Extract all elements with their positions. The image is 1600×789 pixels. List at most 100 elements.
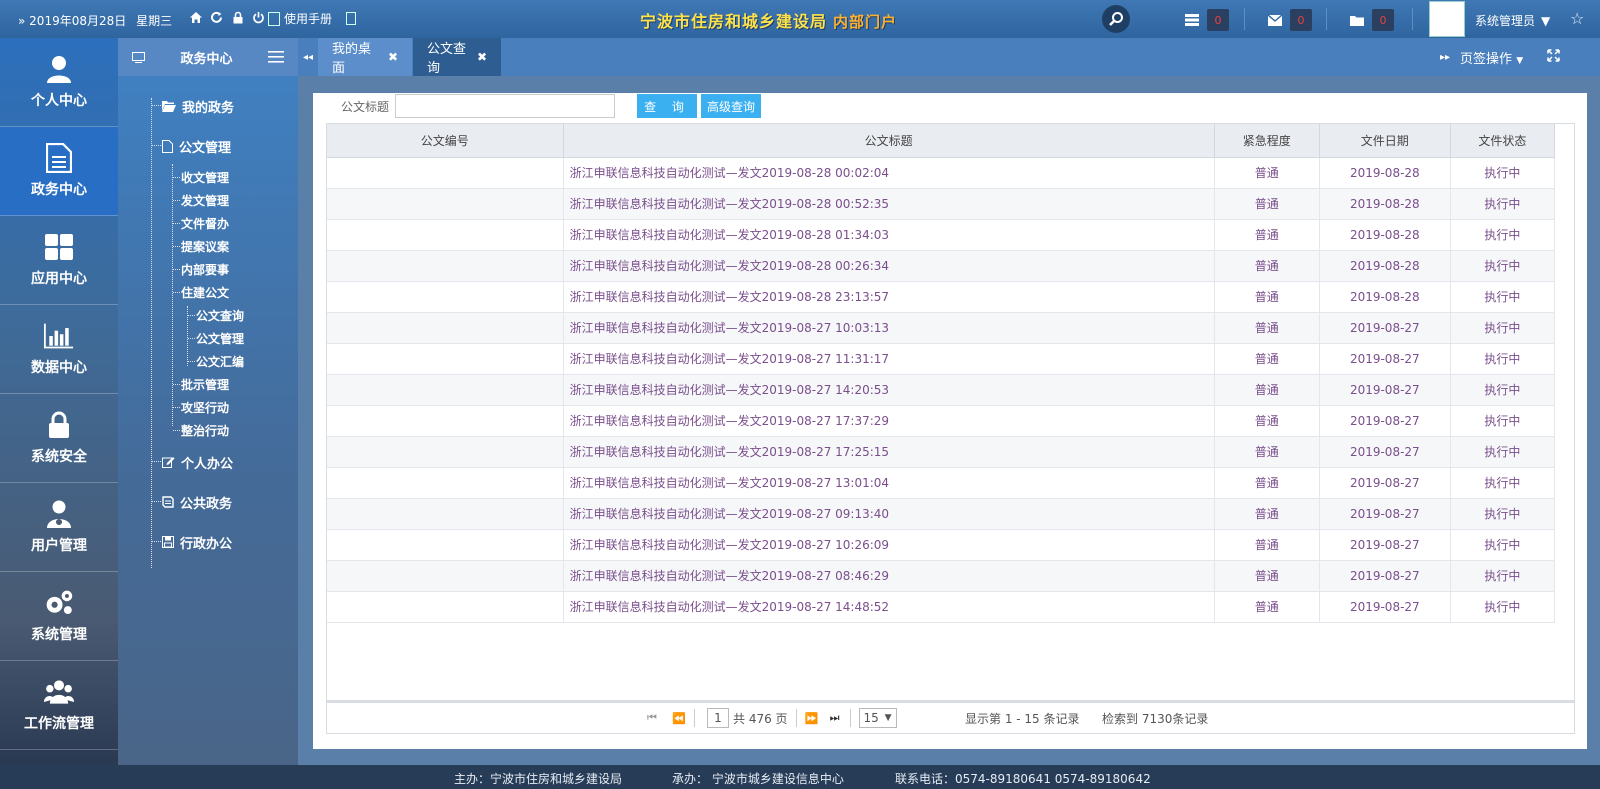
column-header-doc-status[interactable]: 文件状态 xyxy=(1450,124,1556,158)
cell-doc-title[interactable]: 浙江申联信息科技自动化测试—发文2019-08-28 00:26:34 xyxy=(563,250,1215,282)
table-row[interactable]: 浙江申联信息科技自动化测试—发文2019-08-27 13:01:04 普通 201… xyxy=(327,467,1556,499)
menu-item-doc-compile[interactable]: 公文汇编 xyxy=(148,350,298,373)
column-header-doc-number[interactable]: 公文编号 xyxy=(327,124,564,158)
close-icon[interactable]: ✖ xyxy=(477,50,487,64)
tab-doc-query[interactable]: 公文查询 ✖ xyxy=(413,38,501,76)
cell-doc-title[interactable]: 浙江申联信息科技自动化测试—发文2019-08-27 14:20:53 xyxy=(563,374,1215,406)
table-row[interactable]: 浙江申联信息科技自动化测试—发文2019-08-27 10:03:13 普通 201… xyxy=(327,312,1556,344)
cell-doc-title[interactable]: 浙江申联信息科技自动化测试—发文2019-08-27 10:26:09 xyxy=(563,529,1215,561)
user-manual-link[interactable]: 使用手册 xyxy=(268,10,357,27)
menu-group-admin-office[interactable]: 行政办公 xyxy=(148,522,298,562)
table-row[interactable]: 浙江申联信息科技自动化测试—发文2019-08-27 17:25:15 普通 201… xyxy=(327,436,1556,468)
avatar[interactable] xyxy=(1429,1,1465,37)
nav-item-system-security[interactable]: 系统安全 xyxy=(0,394,118,483)
scroll-left-icon[interactable]: ◂◂ xyxy=(298,38,318,76)
page-number-input[interactable]: 1 xyxy=(707,708,729,728)
menu-item-supervise[interactable]: 文件督办 xyxy=(148,212,298,235)
cell-doc-title[interactable]: 浙江申联信息科技自动化测试—发文2019-08-27 10:03:13 xyxy=(563,312,1215,344)
star-icon[interactable]: ☆ xyxy=(1570,9,1584,28)
menu-item-rectify-actions[interactable]: 整治行动 xyxy=(148,419,298,442)
sub-nav-header: 政务中心 xyxy=(118,38,298,76)
column-header-urgency[interactable]: 紧急程度 xyxy=(1214,124,1320,158)
cell-doc-title[interactable]: 浙江申联信息科技自动化测试—发文2019-08-28 00:52:35 xyxy=(563,188,1215,220)
cell-doc-date: 2019-08-28 xyxy=(1319,188,1451,220)
nav-item-data-center[interactable]: 数据中心 xyxy=(0,305,118,394)
refresh-icon[interactable] xyxy=(209,10,224,25)
last-page-icon[interactable]: ⏭ xyxy=(828,711,842,725)
scroll-right-icon[interactable]: ▸▸ xyxy=(1440,52,1450,63)
menu-item-receive-docs[interactable]: 收文管理 xyxy=(148,166,298,189)
column-header-doc-title[interactable]: 公文标题 xyxy=(563,124,1215,158)
menu-item-doc-manage[interactable]: 公文管理 xyxy=(148,327,298,350)
chevron-down-icon[interactable]: » xyxy=(18,14,25,28)
table-row[interactable]: 浙江申联信息科技自动化测试—发文2019-08-27 09:13:40 普通 201… xyxy=(327,498,1556,530)
menu-item-send-docs[interactable]: 发文管理 xyxy=(148,189,298,212)
cell-doc-title[interactable]: 浙江申联信息科技自动化测试—发文2019-08-27 13:01:04 xyxy=(563,467,1215,499)
menu-group-public-affairs[interactable]: 公共政务 xyxy=(148,482,298,522)
advanced-search-button[interactable]: 高级查询 xyxy=(701,94,762,118)
tree-branch xyxy=(151,501,161,502)
main-nav: 个人中心 政务中心 应用中心 数据中心 系统安全 用户管理 系统管理 工作流管理 xyxy=(0,38,118,765)
menu-item-internal-affairs[interactable]: 内部要事 xyxy=(148,258,298,281)
table-row[interactable]: 浙江申联信息科技自动化测试—发文2019-08-27 11:31:17 普通 201… xyxy=(327,343,1556,375)
table-row[interactable]: 浙江申联信息科技自动化测试—发文2019-08-27 14:20:53 普通 201… xyxy=(327,374,1556,406)
menu-item-construction-docs[interactable]: 住建公文 xyxy=(148,281,298,304)
lock-icon[interactable] xyxy=(230,10,245,25)
search-button[interactable]: 查 询 xyxy=(637,94,698,118)
global-search-button[interactable] xyxy=(1102,5,1130,33)
menu-group-my-affairs[interactable]: 我的政务 xyxy=(148,86,298,126)
nav-item-app-center[interactable]: 应用中心 xyxy=(0,216,118,305)
table-row[interactable]: 浙江申联信息科技自动化测试—发文2019-08-28 00:26:34 普通 201… xyxy=(327,250,1556,282)
table-row[interactable]: 浙江申联信息科技自动化测试—发文2019-08-28 00:02:04 普通 201… xyxy=(327,157,1556,189)
table-row[interactable]: 浙江申联信息科技自动化测试—发文2019-08-27 10:26:09 普通 201… xyxy=(327,529,1556,561)
cell-doc-title[interactable]: 浙江申联信息科技自动化测试—发文2019-08-27 09:13:40 xyxy=(563,498,1215,530)
table-row[interactable]: 浙江申联信息科技自动化测试—发文2019-08-27 08:46:29 普通 201… xyxy=(327,560,1556,592)
menu-item-instructions[interactable]: 批示管理 xyxy=(148,373,298,396)
close-icon[interactable]: ✖ xyxy=(388,50,398,64)
cell-doc-title[interactable]: 浙江申联信息科技自动化测试—发文2019-08-28 01:34:03 xyxy=(563,219,1215,251)
cell-doc-title[interactable]: 浙江申联信息科技自动化测试—发文2019-08-27 17:37:29 xyxy=(563,405,1215,437)
sidebar-toggle-icon[interactable] xyxy=(346,12,357,25)
tasks-counter[interactable]: 0 xyxy=(1185,9,1229,31)
cell-doc-title[interactable]: 浙江申联信息科技自动化测试—发文2019-08-27 11:31:17 xyxy=(563,343,1215,375)
cell-doc-title[interactable]: 浙江申联信息科技自动化测试—发文2019-08-28 23:13:57 xyxy=(563,281,1215,313)
table-row[interactable]: 浙江申联信息科技自动化测试—发文2019-08-28 01:34:03 普通 201… xyxy=(327,219,1556,251)
doc-title-input[interactable] xyxy=(395,94,616,118)
table-row[interactable]: 浙江申联信息科技自动化测试—发文2019-08-27 14:48:52 普通 201… xyxy=(327,591,1556,623)
nav-item-user-management[interactable]: 用户管理 xyxy=(0,483,118,572)
mail-counter[interactable]: 0 xyxy=(1268,9,1312,31)
next-page-icon[interactable]: ⏩ xyxy=(805,711,819,725)
fullscreen-icon[interactable] xyxy=(1547,48,1560,66)
nav-item-personal-center[interactable]: 个人中心 xyxy=(0,38,118,127)
user-menu[interactable]: 系统管理员 ▼ xyxy=(1475,12,1550,29)
nav-item-workflow-management[interactable]: 工作流管理 xyxy=(0,661,118,750)
menu-group-personal-office[interactable]: 个人办公 xyxy=(148,442,298,482)
prev-page-icon[interactable]: ⏪ xyxy=(672,711,686,725)
cell-doc-title[interactable]: 浙江申联信息科技自动化测试—发文2019-08-27 17:25:15 xyxy=(563,436,1215,468)
nav-item-affairs-center[interactable]: 政务中心 xyxy=(0,127,118,216)
table-row[interactable]: 浙江申联信息科技自动化测试—发文2019-08-28 23:13:57 普通 201… xyxy=(327,281,1556,313)
cell-doc-title[interactable]: 浙江申联信息科技自动化测试—发文2019-08-27 08:46:29 xyxy=(563,560,1215,592)
nav-item-system-management[interactable]: 系统管理 xyxy=(0,572,118,661)
tab-my-desktop[interactable]: 我的桌面 ✖ xyxy=(318,38,412,76)
cell-doc-title[interactable]: 浙江申联信息科技自动化测试—发文2019-08-28 00:02:04 xyxy=(563,157,1215,189)
power-icon[interactable] xyxy=(251,10,266,25)
first-page-icon[interactable]: ⏮ xyxy=(645,711,659,725)
menu-group-doc-management[interactable]: 公文管理 xyxy=(148,126,298,166)
menu-icon[interactable] xyxy=(267,51,284,63)
cell-doc-title[interactable]: 浙江申联信息科技自动化测试—发文2019-08-27 14:48:52 xyxy=(563,591,1215,623)
menu-item-tackle-actions[interactable]: 攻坚行动 xyxy=(148,396,298,419)
column-header-doc-date[interactable]: 文件日期 xyxy=(1319,124,1451,158)
menu-item-label: 公文查询 xyxy=(196,309,245,323)
files-counter[interactable]: 0 xyxy=(1350,9,1394,31)
tree-branch xyxy=(188,315,195,316)
table-row[interactable]: 浙江申联信息科技自动化测试—发文2019-08-27 17:37:29 普通 201… xyxy=(327,405,1556,437)
menu-item-label: 文件督办 xyxy=(181,217,230,231)
table-row[interactable]: 浙江申联信息科技自动化测试—发文2019-08-28 00:52:35 普通 201… xyxy=(327,188,1556,220)
home-icon[interactable] xyxy=(188,10,203,25)
page-size-select[interactable]: 15 ▼ xyxy=(858,708,897,728)
page-ops-menu[interactable]: 页签操作 ▼ xyxy=(1460,48,1523,67)
menu-item-proposals[interactable]: 提案议案 xyxy=(148,235,298,258)
menu-item-doc-query[interactable]: 公文查询 xyxy=(148,304,298,327)
group-icon xyxy=(44,677,74,707)
